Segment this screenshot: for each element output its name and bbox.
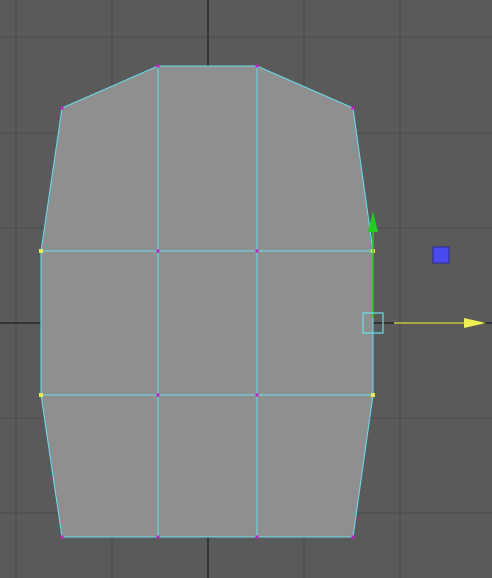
mesh-vertex-selected[interactable] xyxy=(39,393,43,397)
mesh-vertex[interactable] xyxy=(255,64,259,68)
3d-viewport[interactable] xyxy=(0,0,492,578)
right-arrow-icon[interactable] xyxy=(464,318,486,328)
square-handle-icon[interactable] xyxy=(432,246,450,264)
mesh-vertex[interactable] xyxy=(156,249,160,253)
mesh-vertex-selected[interactable] xyxy=(371,393,375,397)
mesh-vertex[interactable] xyxy=(156,64,160,68)
mesh-face[interactable] xyxy=(40,65,374,538)
mesh-vertex[interactable] xyxy=(156,393,160,397)
mesh-vertex[interactable] xyxy=(351,535,355,539)
mesh-vertex-selected[interactable] xyxy=(39,249,43,253)
mesh-vertex[interactable] xyxy=(255,393,259,397)
mesh-vertex[interactable] xyxy=(351,106,355,110)
mesh-vertex[interactable] xyxy=(255,535,259,539)
viewport-canvas[interactable] xyxy=(0,0,492,578)
mesh-vertex[interactable] xyxy=(60,106,64,110)
mesh[interactable] xyxy=(39,64,375,539)
mesh-vertex[interactable] xyxy=(255,249,259,253)
mesh-vertex[interactable] xyxy=(60,535,64,539)
up-arrow-icon[interactable] xyxy=(368,211,378,232)
mesh-vertex[interactable] xyxy=(156,535,160,539)
transform-gizmo[interactable] xyxy=(362,211,486,334)
